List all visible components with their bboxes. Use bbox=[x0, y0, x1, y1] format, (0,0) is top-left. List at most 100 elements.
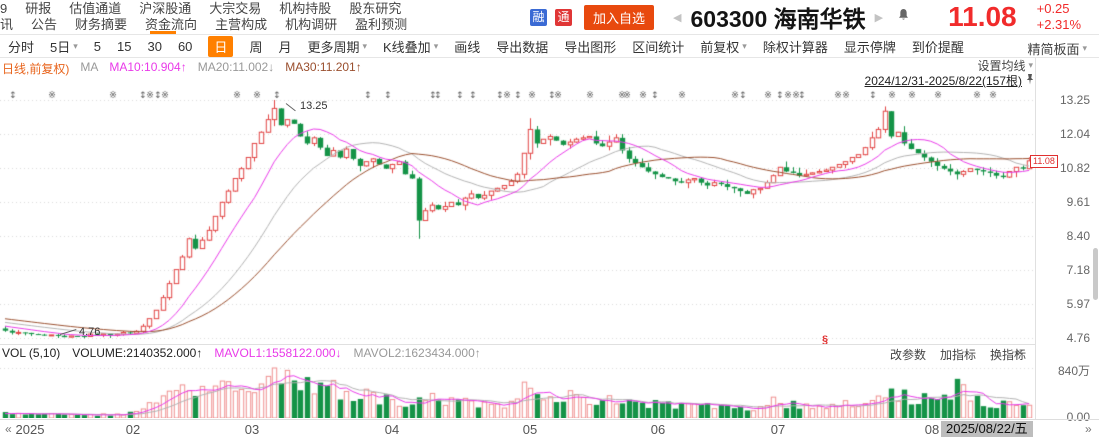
toolbar-item-label: 30 bbox=[147, 39, 161, 54]
toolbar-item-label: 5日 bbox=[50, 37, 70, 56]
chart-scrollbar-thumb[interactable] bbox=[1093, 248, 1098, 300]
price-axis-label: 4.76 bbox=[1036, 331, 1090, 345]
toolbar-item-60[interactable]: 60 bbox=[178, 39, 192, 54]
toolbar-item-label: 更多周期 bbox=[307, 37, 359, 56]
toolbar-item-label: 日 bbox=[214, 37, 227, 56]
toolbar-item-月[interactable]: 月 bbox=[278, 37, 291, 56]
menu-item-估值通道[interactable]: 估值通道 bbox=[69, 1, 121, 17]
add-watchlist-button[interactable]: 加入自选 bbox=[584, 5, 654, 30]
time-axis-label: 07 bbox=[771, 422, 785, 437]
menu-item-9[interactable]: 9 bbox=[0, 1, 7, 17]
stock-header: 融 通 加入自选 ◀ 603300 海南华铁 ▶ 11.08 +0.25 +2.… bbox=[530, 0, 1099, 34]
toolbar-item-label: 前复权 bbox=[700, 37, 739, 56]
period-toolbar: 精简板面▾ 分时5日▾5153060日周月更多周期▾K线叠加▾画线导出数据导出图… bbox=[0, 35, 1099, 58]
price-axis-label: 13.25 bbox=[1036, 93, 1090, 107]
price-axis-label: 12.04 bbox=[1036, 127, 1090, 141]
volume-chart-canvas[interactable] bbox=[0, 361, 1036, 418]
menu-item-机构持股[interactable]: 机构持股 bbox=[279, 1, 331, 17]
toolbar-item-15[interactable]: 15 bbox=[117, 39, 131, 54]
candlestick-chart-canvas[interactable] bbox=[0, 85, 1036, 352]
toolbar-item-导出数据[interactable]: 导出数据 bbox=[496, 37, 548, 56]
toolbar-item-5日[interactable]: 5日▾ bbox=[50, 37, 78, 56]
stock-code: 603300 bbox=[690, 6, 767, 32]
ma10-value: MA10:10.904↑ bbox=[109, 60, 186, 77]
menu-row-bottom: 讯公告财务摘要资金流向主营构成机构调研盈利预测 bbox=[0, 17, 407, 33]
time-axis-label: 2025 bbox=[16, 422, 45, 437]
toolbar-item-label: 画线 bbox=[454, 37, 480, 56]
volume-indicator-row: VOL (5,10) VOLUME:2140352.000↑ MAVOL1:15… bbox=[2, 346, 481, 360]
menu-item-财务摘要[interactable]: 财务摘要 bbox=[75, 17, 127, 33]
toolbar-item-label: 除权计算器 bbox=[763, 37, 828, 56]
toolbar-item-周[interactable]: 周 bbox=[249, 37, 262, 56]
toolbar-item-label: 月 bbox=[278, 37, 291, 56]
price-axis-label: 7.18 bbox=[1036, 263, 1090, 277]
toolbar-item-label: 5 bbox=[94, 39, 101, 54]
time-axis-label: 02 bbox=[126, 422, 140, 437]
toolbar-item-日[interactable]: 日 bbox=[208, 36, 233, 57]
toolbar-item-label: 到价提醒 bbox=[912, 37, 964, 56]
margin-trading-badge[interactable]: 融 bbox=[530, 9, 547, 26]
price-axis-label: 5.97 bbox=[1036, 297, 1090, 311]
volume-value: VOLUME:2140352.000↑ bbox=[72, 346, 202, 360]
toolbar-item-30[interactable]: 30 bbox=[147, 39, 161, 54]
ma30-value: MA30:11.201↑ bbox=[285, 60, 362, 77]
toolbar-item-更多周期[interactable]: 更多周期▾ bbox=[307, 37, 367, 56]
toolbar-item-显示停牌[interactable]: 显示停牌 bbox=[844, 37, 896, 56]
price-axis-label: 9.61 bbox=[1036, 195, 1090, 209]
chevron-down-icon: ▾ bbox=[1028, 60, 1033, 71]
volume-axis-max: 840万 bbox=[1036, 362, 1090, 379]
toolbar-item-分时[interactable]: 分时 bbox=[8, 37, 34, 56]
last-price: 11.08 bbox=[948, 1, 1017, 33]
time-axis-label: 03 bbox=[245, 422, 259, 437]
chevron-down-icon: ▾ bbox=[73, 41, 78, 52]
toolbar-item-到价提醒[interactable]: 到价提醒 bbox=[912, 37, 964, 56]
compact-layout-button[interactable]: 精简板面▾ bbox=[1027, 39, 1087, 58]
menu-item-盈利预测[interactable]: 盈利预测 bbox=[355, 17, 407, 33]
next-stock-arrow-icon[interactable]: ▶ bbox=[875, 11, 883, 24]
menu-item-股东研究[interactable]: 股东研究 bbox=[349, 1, 401, 17]
chevron-down-icon: ▾ bbox=[434, 41, 439, 52]
menu-row-top: 9 研报 估值通道 沪深股通 大宗交易 机构持股 股东研究 bbox=[0, 1, 401, 17]
toolbar-item-K线叠加[interactable]: K线叠加▾ bbox=[383, 37, 438, 56]
stock-name: 海南华铁 bbox=[774, 6, 866, 32]
alert-bell-icon[interactable] bbox=[897, 8, 910, 26]
toolbar-item-label: 60 bbox=[178, 39, 192, 54]
toolbar-item-5[interactable]: 5 bbox=[94, 39, 101, 54]
price-change-block: +0.25 +2.31% bbox=[1037, 1, 1081, 33]
stock-connect-badge[interactable]: 通 bbox=[555, 9, 572, 26]
toolbar-item-label: 15 bbox=[117, 39, 131, 54]
toolbar-item-区间统计[interactable]: 区间统计 bbox=[632, 37, 684, 56]
menu-item-主营构成[interactable]: 主营构成 bbox=[215, 17, 267, 33]
prev-stock-arrow-icon[interactable]: ◀ bbox=[673, 11, 681, 24]
toolbar-item-label: 导出数据 bbox=[496, 37, 548, 56]
menu-item-研报[interactable]: 研报 bbox=[25, 1, 51, 17]
menu-item-讯[interactable]: 讯 bbox=[0, 17, 13, 33]
toolbar-item-label: 区间统计 bbox=[632, 37, 684, 56]
menu-item-大宗交易[interactable]: 大宗交易 bbox=[209, 1, 261, 17]
time-axis-label: 06 bbox=[651, 422, 665, 437]
time-axis: « » 2025/08/22/五 202502030405060708 bbox=[0, 419, 1099, 437]
toolbar-item-label: 分时 bbox=[8, 37, 34, 56]
scroll-to-end-icon[interactable]: » bbox=[1085, 422, 1092, 436]
chevron-down-icon: ▾ bbox=[1082, 43, 1087, 54]
chevron-down-icon: ▾ bbox=[362, 41, 367, 52]
time-axis-label: 05 bbox=[523, 422, 537, 437]
price-change: +0.25 bbox=[1037, 1, 1081, 17]
price-change-percent: +2.31% bbox=[1037, 17, 1081, 33]
close-indicator-icon[interactable]: × bbox=[1016, 345, 1024, 360]
cursor-date-box: 2025/08/22/五 bbox=[941, 421, 1033, 437]
mavol2-value: MAVOL2:1623434.000↑ bbox=[354, 346, 481, 360]
menu-item-机构调研[interactable]: 机构调研 bbox=[285, 17, 337, 33]
ma-label: MA bbox=[80, 60, 98, 77]
toolbar-item-前复权[interactable]: 前复权▾ bbox=[700, 37, 747, 56]
menu-item-沪深股通[interactable]: 沪深股通 bbox=[139, 1, 191, 17]
toolbar-item-画线[interactable]: 画线 bbox=[454, 37, 480, 56]
toolbar-item-导出图形[interactable]: 导出图形 bbox=[564, 37, 616, 56]
toolbar-item-除权计算器[interactable]: 除权计算器 bbox=[763, 37, 828, 56]
current-price-tag: 11.08 bbox=[1030, 155, 1058, 168]
period-low-annotation: 4.76 bbox=[79, 326, 100, 338]
scroll-to-start-icon[interactable]: « bbox=[5, 422, 12, 436]
menu-item-公告[interactable]: 公告 bbox=[31, 17, 57, 33]
chevron-down-icon: ▾ bbox=[742, 41, 747, 52]
vol-label: VOL (5,10) bbox=[2, 346, 60, 360]
